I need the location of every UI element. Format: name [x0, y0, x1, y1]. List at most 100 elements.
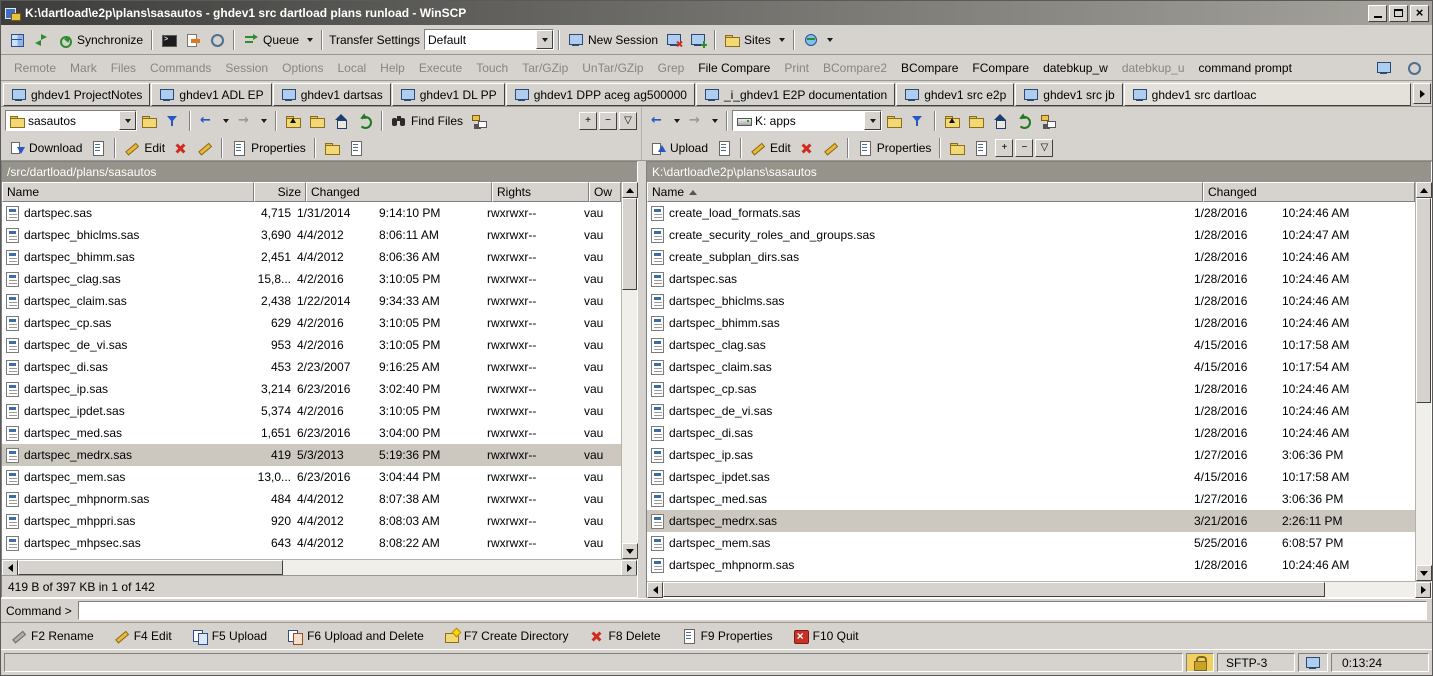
right-edit-options-button[interactable] — [819, 136, 843, 160]
scroll-thumb[interactable] — [622, 198, 637, 290]
maximize-button[interactable] — [1389, 5, 1408, 22]
menu-item-fcompare[interactable]: FCompare — [965, 58, 1036, 78]
menu-item-touch[interactable]: Touch — [469, 58, 515, 78]
tab-ghdev1-src-dartloac[interactable]: ghdev1 src dartloac — [1124, 83, 1411, 106]
file-row[interactable]: dartspec_de_vi.sas9534/2/20163:10:05 PMr… — [2, 334, 621, 356]
scroll-down-button[interactable] — [622, 543, 638, 559]
right-refresh-button[interactable] — [1012, 109, 1036, 133]
file-row[interactable]: dartspec_claim.sas2,4381/22/20149:34:33 … — [2, 290, 621, 312]
file-row[interactable]: dartspec_claim.sas4/15/201610:17:54 AM — [647, 356, 1415, 378]
scroll-thumb[interactable] — [1416, 198, 1431, 403]
file-row[interactable]: dartspec_clag.sas4/15/201610:17:58 AM — [647, 334, 1415, 356]
right-filter-files-button[interactable] — [1035, 139, 1053, 157]
close-session-button[interactable] — [662, 28, 686, 52]
right-select-files-button[interactable] — [995, 139, 1013, 157]
fkey-f10-button[interactable]: F10 Quit — [793, 628, 859, 644]
panel-splitter[interactable] — [638, 161, 646, 598]
left-new-file-button[interactable] — [344, 136, 368, 160]
menu-item-options[interactable]: Options — [275, 58, 330, 78]
file-row[interactable]: dartspec_di.sas1/28/201610:24:46 AM — [647, 422, 1415, 444]
upload-button[interactable]: Upload — [646, 136, 712, 160]
sc roll-up-button[interactable] — [1416, 182, 1432, 198]
right-edit-button[interactable]: Edit — [746, 136, 795, 160]
column-header-rights[interactable]: Rights — [492, 182, 589, 202]
fkey-f5-button[interactable]: F5 Upload — [192, 628, 267, 644]
transfer-settings-combo[interactable]: Default — [424, 29, 554, 50]
upload-options-button[interactable] — [712, 136, 736, 160]
menu-item-remote[interactable]: Remote — [7, 58, 63, 78]
left-filter-button[interactable] — [161, 109, 185, 133]
file-row[interactable]: dartspec.sas1/28/201610:24:46 AM — [647, 268, 1415, 290]
left-filter-files-button[interactable] — [619, 112, 637, 130]
menu-item-commands[interactable]: Commands — [143, 58, 218, 78]
left-unselect-files-button[interactable] — [599, 112, 617, 130]
fkey-f6-button[interactable]: F6 Upload and Delete — [287, 628, 424, 644]
file-row[interactable]: dartspec_med.sas1/27/20163:06:36 PM — [647, 488, 1415, 510]
menu-item-local[interactable]: Local — [330, 58, 373, 78]
left-edit-options-button[interactable] — [193, 136, 217, 160]
left-properties-button[interactable]: Properties — [227, 136, 310, 160]
tab-ghdev1-dl-pp[interactable]: ghdev1 DL PP — [392, 83, 505, 106]
menu-item-execute[interactable]: Execute — [412, 58, 469, 78]
queue-button[interactable]: Queue — [239, 28, 317, 52]
left-create-directory-button[interactable] — [320, 136, 344, 160]
session-shortcut-button[interactable] — [1372, 56, 1396, 80]
tab-scroll-right-button[interactable] — [1413, 83, 1431, 104]
scroll-track[interactable] — [18, 560, 621, 575]
session-status-pane[interactable] — [1298, 653, 1328, 672]
download-button[interactable]: Download — [5, 136, 86, 160]
right-properties-button[interactable]: Properties — [853, 136, 936, 160]
left-directory-tree-button[interactable] — [467, 109, 491, 133]
right-forward-button[interactable] — [684, 109, 722, 133]
right-root-directory-button[interactable] — [964, 109, 988, 133]
close-button[interactable] — [1410, 5, 1429, 22]
file-row[interactable]: dartspec_mem.sas5/25/20166:08:57 PM — [647, 532, 1415, 554]
menu-item-help[interactable]: Help — [373, 58, 412, 78]
column-header-owner[interactable]: Ow — [589, 182, 621, 202]
duplicate-session-button[interactable] — [686, 28, 710, 52]
file-row[interactable]: dartspec_mhpnorm.sas1/28/201610:24:46 AM — [647, 554, 1415, 576]
menu-item-datebkup-w[interactable]: datebkup_w — [1036, 58, 1115, 78]
file-row[interactable]: dartspec_ip.sas1/27/20163:06:36 PM — [647, 444, 1415, 466]
right-drive-combo[interactable]: K: apps — [732, 110, 882, 131]
download-options-button[interactable] — [86, 136, 110, 160]
transfer-mode-button[interactable] — [181, 28, 205, 52]
tab-ghdev1-projectnotes[interactable]: ghdev1 ProjectNotes — [3, 83, 150, 106]
right-unselect-files-button[interactable] — [1015, 139, 1033, 157]
preferences-button[interactable] — [205, 28, 229, 52]
menu-item-bcompare2[interactable]: BCompare2 — [816, 58, 894, 78]
fkey-f8-button[interactable]: F8 Delete — [589, 628, 661, 644]
file-row[interactable]: dartspec_ip.sas3,2146/23/20163:02:40 PMr… — [2, 378, 621, 400]
fkey-f7-button[interactable]: F7 Create Directory — [444, 628, 569, 644]
left-select-files-button[interactable] — [579, 112, 597, 130]
menu-item-file-compare[interactable]: File Compare — [691, 58, 777, 78]
scroll-up-button[interactable] — [622, 182, 638, 198]
compare-directories-button[interactable] — [5, 28, 29, 52]
file-row[interactable]: dartspec_ipdet.sas5,3744/2/20163:10:05 P… — [2, 400, 621, 422]
sites-button[interactable]: Sites — [720, 28, 789, 52]
right-filter-button[interactable] — [906, 109, 930, 133]
scroll-left-button[interactable] — [2, 560, 18, 576]
fkey-f2-button[interactable]: F2 Rename — [11, 628, 94, 644]
find-files-button[interactable]: Find Files — [387, 109, 467, 133]
file-row[interactable]: dartspec.sas4,7151/31/20149:14:10 PMrwxr… — [2, 202, 621, 224]
right-back-button[interactable] — [646, 109, 684, 133]
right-horizontal-scrollbar[interactable] — [647, 581, 1431, 597]
file-row[interactable]: dartspec_cp.sas6294/2/20163:10:05 PMrwxr… — [2, 312, 621, 334]
right-vertical-scrollbar[interactable] — [1415, 182, 1431, 581]
file-row[interactable]: dartspec_mem.sas13,0...6/23/20163:04:44 … — [2, 466, 621, 488]
left-open-directory-button[interactable] — [137, 109, 161, 133]
file-row[interactable]: dartspec_di.sas4532/23/20079:16:25 AMrwx… — [2, 356, 621, 378]
security-pane[interactable] — [1186, 653, 1214, 672]
scroll-down-button[interactable] — [1416, 565, 1432, 581]
menu-item-print[interactable]: Print — [777, 58, 816, 78]
menu-item-tar-gzip[interactable]: Tar/GZip — [515, 58, 575, 78]
left-directory-combo[interactable]: sasautos — [5, 110, 137, 131]
scroll-right-button[interactable] — [621, 560, 637, 576]
scroll-thumb[interactable] — [663, 582, 1325, 597]
tab-ghdev1-dartsas[interactable]: ghdev1 dartsas — [273, 83, 391, 106]
file-row[interactable]: dartspec_de_vi.sas1/28/201610:24:46 AM — [647, 400, 1415, 422]
column-header-name[interactable]: Name — [2, 182, 254, 202]
console-button[interactable] — [157, 28, 181, 52]
left-root-directory-button[interactable] — [305, 109, 329, 133]
